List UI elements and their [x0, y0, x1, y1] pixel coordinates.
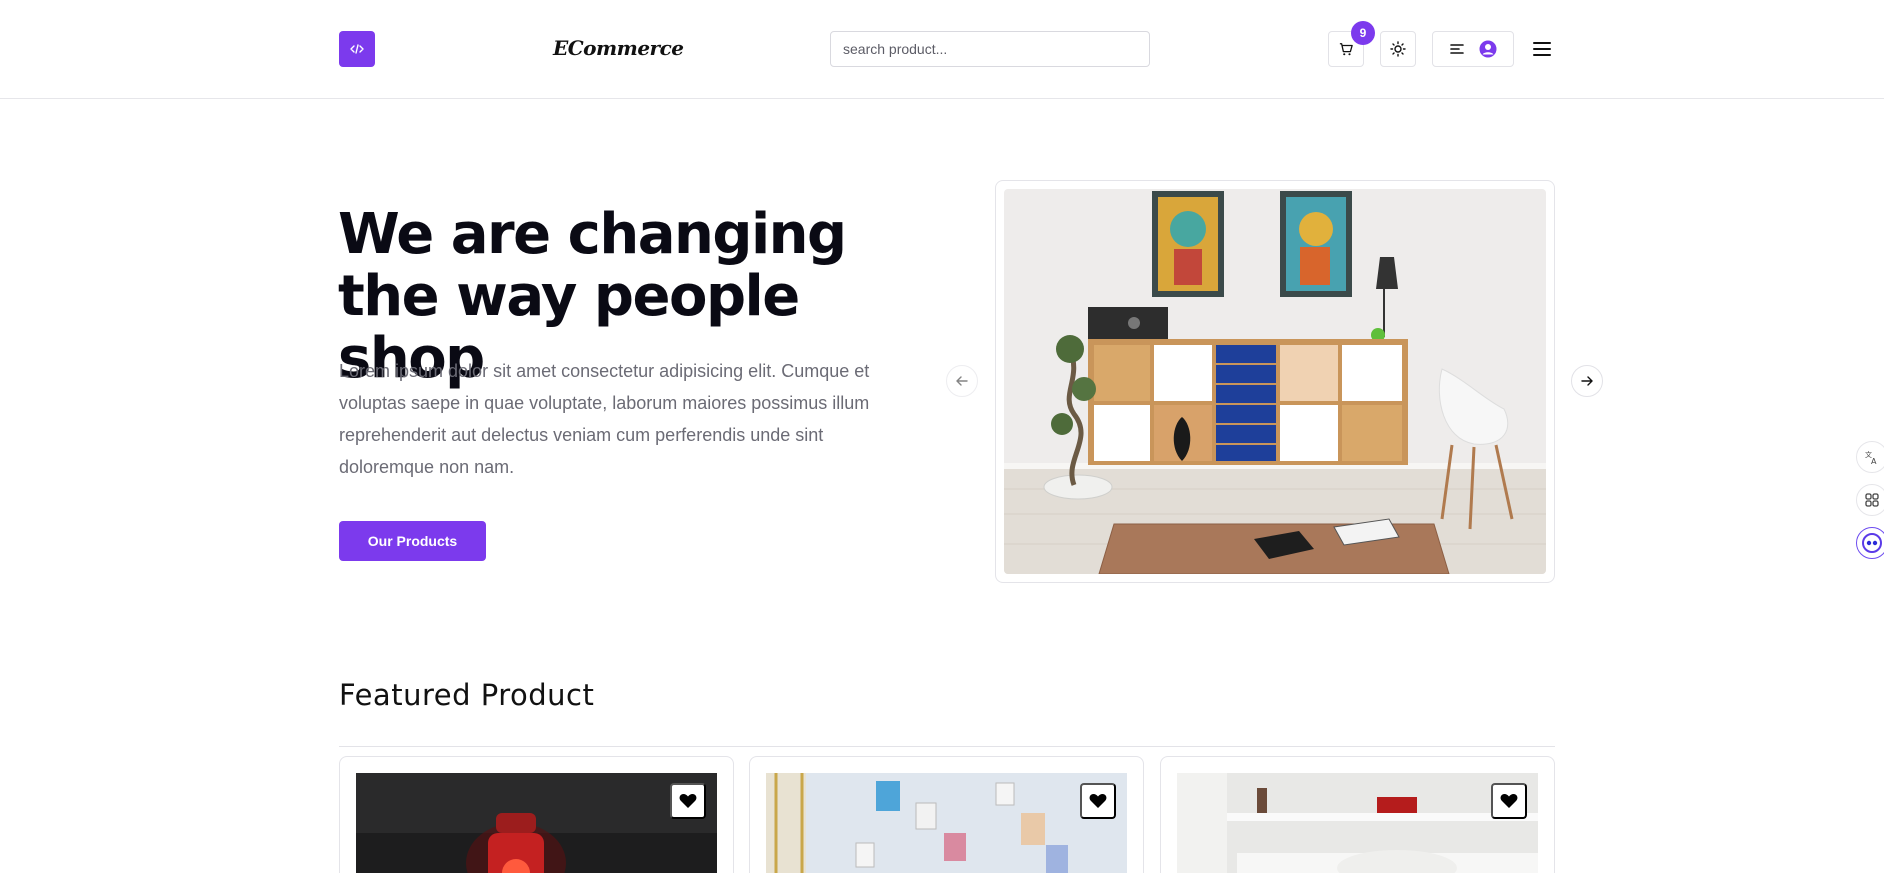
product-card[interactable] [1160, 756, 1555, 873]
svg-text:A: A [1871, 457, 1877, 465]
code-icon [350, 44, 364, 54]
arrow-right-icon [1581, 376, 1593, 386]
carousel-next-button[interactable] [1571, 365, 1603, 397]
hero-description: Lorem ipsum dolor sit amet consectetur a… [339, 361, 870, 477]
our-products-button[interactable]: Our Products [339, 521, 486, 561]
product-image-red-lantern [356, 773, 717, 873]
theme-toggle-button[interactable] [1380, 31, 1416, 67]
hamburger-menu-button[interactable] [1530, 37, 1554, 61]
product-card[interactable] [749, 756, 1144, 873]
hamburger-icon [1533, 42, 1551, 56]
brand-name[interactable]: ECommerce [553, 36, 684, 60]
menu-lines-icon [1450, 44, 1464, 54]
featured-section-title: Featured Product [339, 678, 595, 712]
assistant-icon [1862, 533, 1882, 553]
apps-grid-icon [1865, 493, 1879, 507]
translate-icon: 文A [1865, 450, 1877, 465]
hero-carousel [995, 180, 1555, 583]
sun-icon [1390, 41, 1406, 57]
arrow-left-icon [956, 376, 968, 386]
favorite-button[interactable] [670, 783, 706, 819]
product-image-moodboard [766, 773, 1127, 873]
carousel-slide-image [1004, 189, 1546, 574]
favorite-button[interactable] [1491, 783, 1527, 819]
favorite-button[interactable] [1080, 783, 1116, 819]
heart-icon [1500, 794, 1518, 808]
heart-icon [679, 794, 697, 808]
heart-icon [1089, 794, 1107, 808]
cart-icon [1339, 43, 1353, 56]
user-menu-button[interactable] [1432, 31, 1514, 67]
product-image-bedroom [1177, 773, 1538, 873]
cart-count-badge: 9 [1351, 21, 1375, 45]
carousel-prev-button[interactable] [946, 365, 978, 397]
navbar: ECommerce 9 [0, 0, 1884, 99]
search-input[interactable] [830, 31, 1150, 67]
assistant-button[interactable] [1856, 527, 1884, 559]
translate-button[interactable]: 文A [1856, 441, 1884, 473]
section-divider [339, 746, 1555, 747]
user-circle-icon [1479, 40, 1497, 58]
product-card[interactable] [339, 756, 734, 873]
logo-button[interactable] [339, 31, 375, 67]
apps-button[interactable] [1856, 484, 1884, 516]
